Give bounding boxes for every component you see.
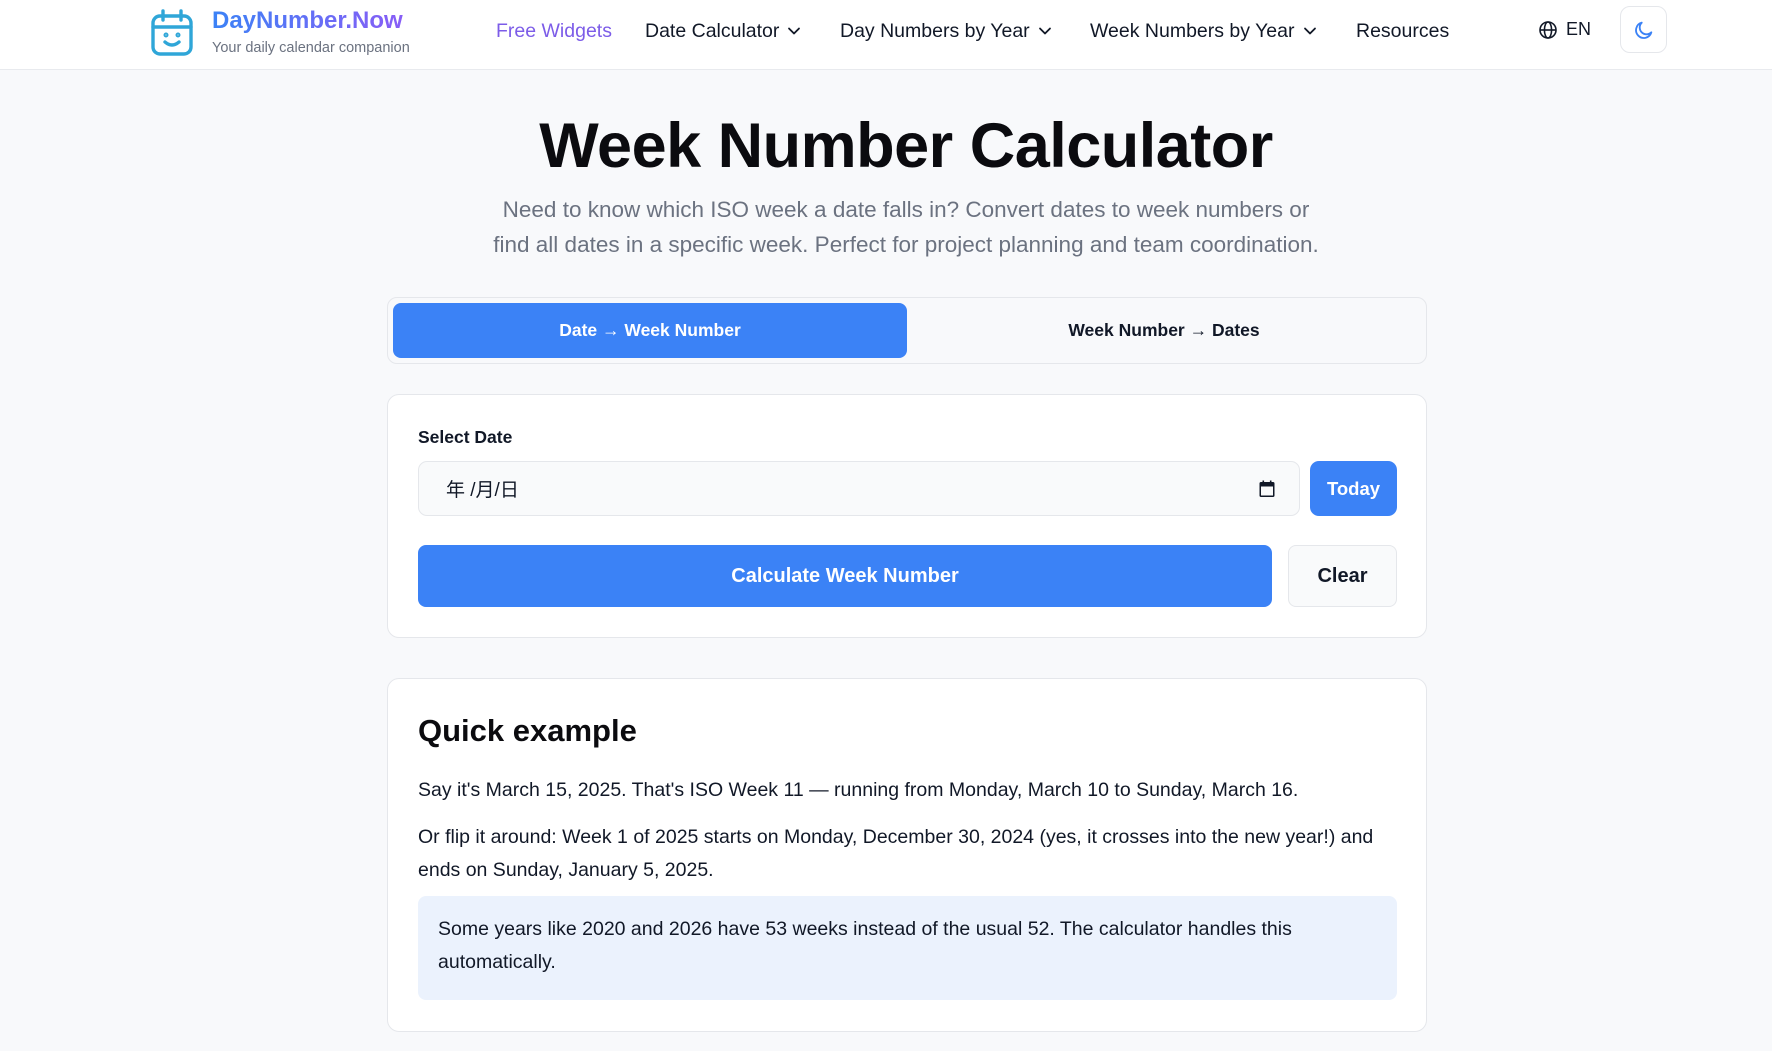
calendar-smile-icon [151,9,193,56]
moon-icon [1634,21,1652,39]
nav-item-label: Date Calculator [645,19,780,42]
theme-toggle-button[interactable] [1620,6,1667,53]
note-callout: Some years like 2020 and 2026 have 53 we… [418,896,1397,1000]
chevron-down-icon [788,27,801,35]
quick-example-card: Quick example Say it's March 15, 2025. T… [387,678,1427,1032]
chevron-down-icon [1038,27,1051,35]
page-subtitle: Need to know which ISO week a date falls… [0,192,1772,262]
site-header: DayNumber.Now Your daily calendar compan… [0,0,1772,70]
nav-week-numbers-by-year[interactable]: Week Numbers by Year [1090,20,1317,43]
quick-example-heading: Quick example [418,713,637,748]
language-selector[interactable]: EN [1538,19,1591,40]
select-date-label: Select Date [418,427,513,447]
language-label: EN [1566,19,1592,39]
subtitle-line-1: Need to know which ISO week a date falls… [502,197,1310,222]
clear-button[interactable]: Clear [1288,545,1397,607]
hero-section: Week Number Calculator Need to know whic… [0,108,1772,262]
nav-item-label: Resources [1356,19,1450,42]
nav-date-calculator[interactable]: Date Calculator [645,20,801,43]
example-paragraph-2: Or flip it around: Week 1 of 2025 starts… [418,826,1374,881]
nav-item-label: Day Numbers by Year [840,19,1030,42]
subtitle-line-2: find all dates in a specific week. Perfe… [493,232,1319,257]
nav-free-widgets[interactable]: Free Widgets [496,20,612,43]
brand-name: DayNumber.Now [212,6,410,36]
nav-day-numbers-by-year[interactable]: Day Numbers by Year [840,20,1052,43]
nav-item-label: Free Widgets [496,19,612,42]
chevron-down-icon [1303,27,1316,35]
nav-resources[interactable]: Resources [1356,20,1449,43]
site-logo[interactable]: DayNumber.Now Your daily calendar compan… [150,6,410,58]
date-input[interactable]: 年 /月/日 [418,461,1300,516]
tab-date-to-week[interactable]: Date → Week Number [393,303,907,358]
example-paragraph-1: Say it's March 15, 2025. That's ISO Week… [418,779,1299,801]
date-input-placeholder: 年 /月/日 [446,480,519,501]
calendar-picker-icon[interactable] [1257,479,1277,499]
globe-icon [1539,20,1557,39]
calculator-card: Select Date 年 /月/日 Today Calculate Week … [387,394,1427,638]
page-title: Week Number Calculator [539,111,1273,181]
brand-tagline: Your daily calendar companion [212,40,410,56]
today-button[interactable]: Today [1310,461,1397,516]
mode-tabs: Date → Week Number Week Number → Dates [387,297,1427,364]
tab-week-to-dates[interactable]: Week Number → Dates [907,303,1421,358]
nav-item-label: Week Numbers by Year [1090,19,1295,42]
calculate-week-number-button[interactable]: Calculate Week Number [418,545,1272,607]
